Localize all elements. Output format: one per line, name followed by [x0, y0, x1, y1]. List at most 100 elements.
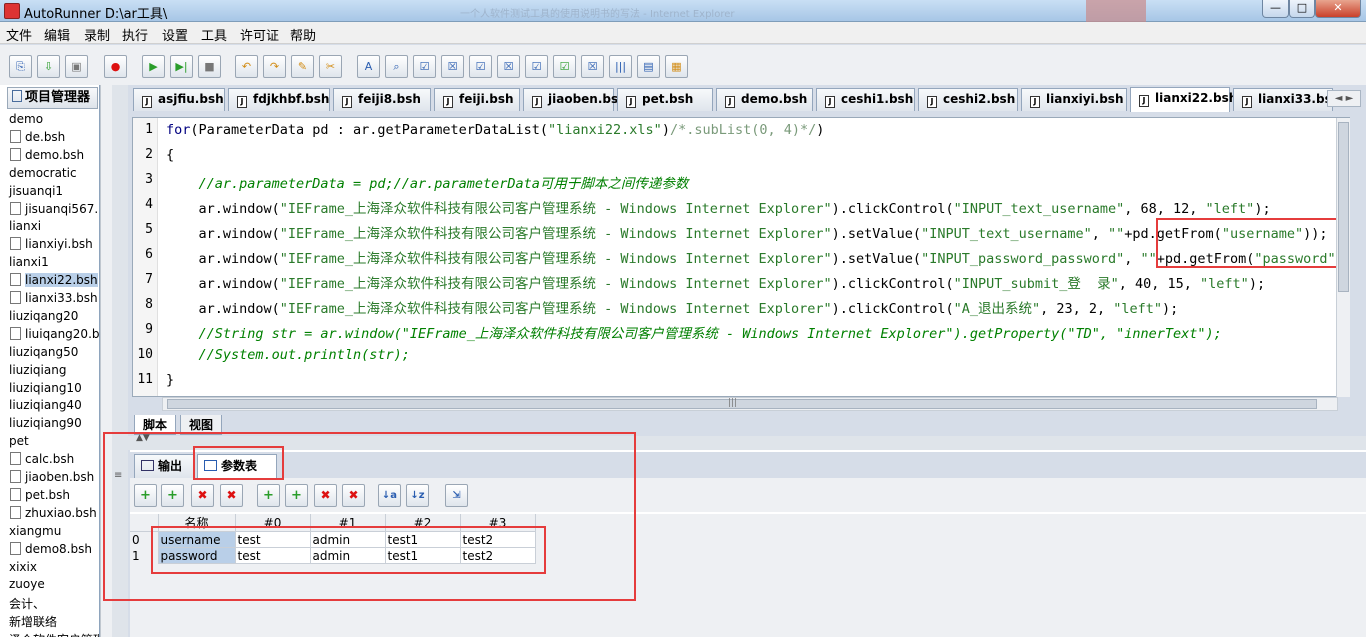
- tree-folder-item[interactable]: liuziqiang90: [9, 416, 82, 434]
- clear-col-icon[interactable]: ✖: [342, 484, 365, 507]
- tree-file-item[interactable]: zhuxiao.bsh: [10, 505, 97, 524]
- tree-folder-item[interactable]: xiangmu: [9, 524, 61, 542]
- column-header[interactable]: #2: [385, 514, 461, 532]
- editor-tab[interactable]: Jlianxi22.bsh: [1130, 87, 1237, 112]
- editor-tab[interactable]: Jlianxiyi.bsh: [1021, 88, 1127, 111]
- project-tree-scrollbar[interactable]: [100, 85, 112, 637]
- table-cell[interactable]: test2: [459, 547, 536, 564]
- tool-b-icon[interactable]: ✂: [319, 55, 342, 78]
- editor-tab[interactable]: Jceshi1.bsh: [816, 88, 915, 111]
- editor-tab[interactable]: Jfeiji8.bsh: [333, 88, 431, 111]
- menu-file[interactable]: 文件: [6, 25, 32, 44]
- tree-folder-item[interactable]: jisuanqi1: [9, 184, 63, 202]
- editor-tab[interactable]: Jfdjkhbf.bsh: [228, 88, 330, 111]
- table-cell[interactable]: test: [234, 531, 311, 548]
- close-button[interactable]: ✕: [1315, 0, 1361, 18]
- import-table-icon[interactable]: ⇲: [445, 484, 468, 507]
- check-d-icon[interactable]: ☒: [497, 55, 520, 78]
- add-col-icon[interactable]: +: [257, 484, 280, 507]
- menu-edit[interactable]: 编辑: [44, 25, 70, 44]
- table-cell[interactable]: test2: [459, 531, 536, 548]
- sort-asc-icon[interactable]: ↓a: [378, 484, 401, 507]
- tree-file-item[interactable]: jisuanqi567.: [10, 201, 98, 220]
- project-manager-tab[interactable]: 项目管理器: [7, 87, 98, 109]
- redo-icon[interactable]: ↷: [263, 55, 286, 78]
- tool-a-icon[interactable]: ✎: [291, 55, 314, 78]
- bars-icon[interactable]: |||: [609, 55, 632, 78]
- vertical-splitter[interactable]: ≡: [112, 85, 128, 637]
- editor-tab[interactable]: Jfeiji.bsh: [434, 88, 520, 111]
- tree-folder-item[interactable]: demo: [9, 112, 43, 130]
- tree-file-item[interactable]: liuiqang20.b: [10, 326, 99, 345]
- font-icon[interactable]: A: [357, 55, 380, 78]
- insert-row-icon[interactable]: +: [161, 484, 184, 507]
- check-g-icon[interactable]: ☒: [581, 55, 604, 78]
- hscroll-thumb[interactable]: |||: [167, 398, 1317, 409]
- run-icon[interactable]: ▶: [142, 55, 165, 78]
- tree-folder-item[interactable]: liuziqiang40: [9, 398, 82, 416]
- menu-record[interactable]: 录制: [84, 25, 110, 44]
- editor-tab[interactable]: Jdemo.bsh: [716, 88, 813, 111]
- editor-vertical-scrollbar[interactable]: [1336, 118, 1350, 397]
- tree-folder-item[interactable]: liuziqang20: [9, 309, 78, 327]
- menu-settings[interactable]: 设置: [162, 25, 188, 44]
- tree-folder-item[interactable]: xixix: [9, 560, 37, 578]
- tree-folder-item[interactable]: 新增联络: [9, 613, 57, 631]
- tree-folder-item[interactable]: zuoye: [9, 577, 45, 595]
- vscroll-thumb[interactable]: [1338, 122, 1349, 292]
- clear-row-icon[interactable]: ✖: [220, 484, 243, 507]
- stop-icon[interactable]: ■: [198, 55, 221, 78]
- table-cell[interactable]: password: [157, 547, 236, 564]
- tree-file-item[interactable]: lianxi22.bsh: [10, 273, 98, 291]
- menu-tools[interactable]: 工具: [201, 25, 227, 44]
- table-cell[interactable]: test1: [384, 547, 461, 564]
- editor-tab[interactable]: Jjiaoben.bsh: [523, 88, 627, 111]
- tree-folder-item[interactable]: liuziqang50: [9, 345, 78, 363]
- tree-file-item[interactable]: calc.bsh: [10, 452, 74, 470]
- tree-folder-item[interactable]: lianxi: [9, 219, 41, 237]
- column-header[interactable]: 名称: [158, 514, 236, 532]
- tree-folder-item[interactable]: democratic: [9, 166, 77, 184]
- editor-tab[interactable]: Jpet.bsh: [617, 88, 713, 111]
- editor-tab[interactable]: Jlianxi33.bsh: [1233, 88, 1340, 111]
- run-step-icon[interactable]: ▶|: [170, 55, 193, 78]
- tree-folder-item[interactable]: 会计、: [9, 595, 45, 613]
- table-cell[interactable]: admin: [309, 531, 386, 548]
- menu-run[interactable]: 执行: [122, 25, 148, 44]
- check-f-icon[interactable]: ☑: [553, 55, 576, 78]
- tree-folder-item[interactable]: 泽众软件客户管理: [9, 631, 99, 637]
- record-icon[interactable]: ●: [104, 55, 127, 78]
- editor-tab[interactable]: Jasjfiu.bsh: [133, 88, 225, 111]
- tree-file-item[interactable]: pet.bsh: [10, 487, 70, 506]
- editor-tab[interactable]: Jceshi2.bsh: [918, 88, 1018, 111]
- menu-license[interactable]: 许可证: [240, 25, 279, 44]
- tree-file-item[interactable]: jiaoben.bsh: [10, 470, 94, 488]
- table-cell[interactable]: test1: [384, 531, 461, 548]
- check-c-icon[interactable]: ☑: [469, 55, 492, 78]
- settings-icon[interactable]: ▦: [665, 55, 688, 78]
- table-cell[interactable]: username: [157, 531, 236, 548]
- minimize-button[interactable]: —: [1262, 0, 1289, 18]
- delete-col-icon[interactable]: ✖: [314, 484, 337, 507]
- new-file-icon[interactable]: ⎘: [9, 55, 32, 78]
- check-b-icon[interactable]: ☒: [441, 55, 464, 78]
- tree-file-item[interactable]: demo8.bsh: [10, 541, 92, 560]
- insert-col-icon[interactable]: +: [285, 484, 308, 507]
- tree-folder-item[interactable]: liuziqiang: [9, 363, 66, 381]
- tree-file-item[interactable]: de.bsh: [10, 129, 65, 148]
- table-cell[interactable]: admin: [309, 547, 386, 564]
- check-e-icon[interactable]: ☑: [525, 55, 548, 78]
- table-cell[interactable]: test: [234, 547, 311, 564]
- editor-horizontal-scrollbar[interactable]: |||: [162, 397, 1338, 411]
- save-icon[interactable]: ▣: [65, 55, 88, 78]
- maximize-button[interactable]: □: [1289, 0, 1315, 18]
- column-header[interactable]: #0: [235, 514, 311, 532]
- check-a-icon[interactable]: ☑: [413, 55, 436, 78]
- column-header[interactable]: #1: [310, 514, 386, 532]
- menu-help[interactable]: 帮助: [290, 25, 316, 44]
- tab-view[interactable]: 视图: [180, 415, 223, 435]
- column-header[interactable]: #3: [460, 514, 536, 532]
- undo-icon[interactable]: ↶: [235, 55, 258, 78]
- tree-folder-item[interactable]: lianxi1: [9, 255, 49, 273]
- tree-file-item[interactable]: lianxi33.bsh: [10, 291, 98, 309]
